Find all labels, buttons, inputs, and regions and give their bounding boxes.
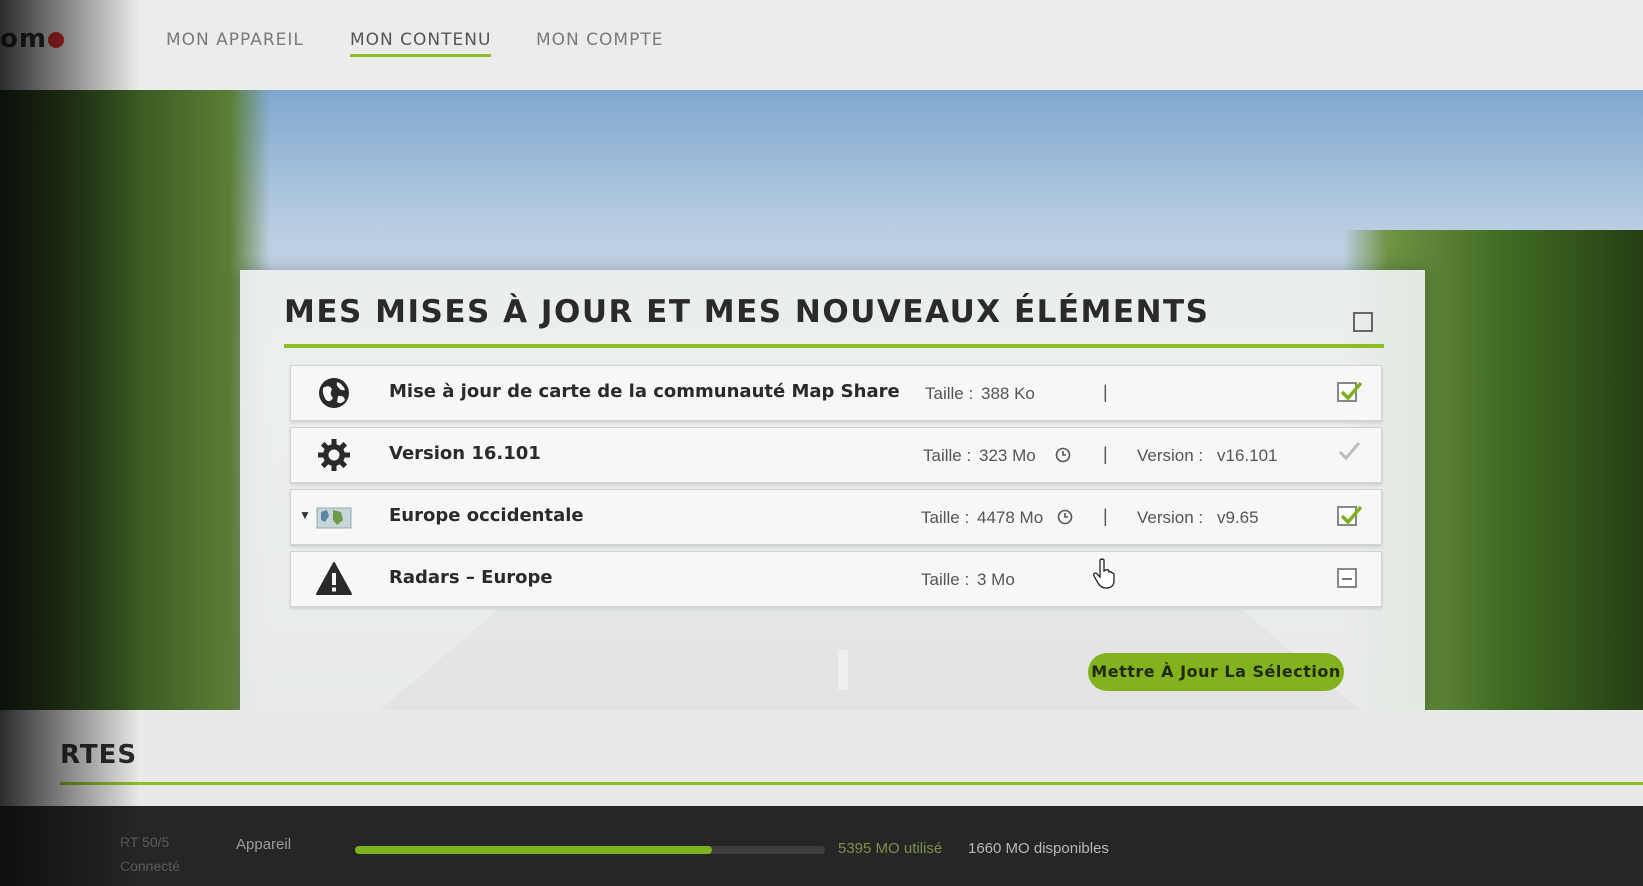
globe-icon bbox=[319, 378, 349, 408]
cartes-section: RTES bbox=[0, 710, 1643, 806]
update-row-europe-map[interactable]: ▼ Europe occidentale Taille : 4478 Mo | … bbox=[290, 489, 1382, 545]
separator: | bbox=[1103, 382, 1108, 402]
item-title: Version 16.101 bbox=[389, 443, 541, 464]
size-value: 388 Ko bbox=[981, 384, 1035, 403]
size-value: 323 Mo bbox=[979, 446, 1036, 465]
storage-used: 5395 MO utilisé bbox=[838, 840, 943, 857]
warning-icon bbox=[316, 562, 352, 595]
update-row-speed-cameras[interactable]: Radars – Europe Taille : 3 Mo | bbox=[290, 551, 1382, 607]
device-connection-status: Connecté bbox=[120, 858, 180, 874]
item-checkbox-partial[interactable] bbox=[1337, 568, 1357, 588]
size-label: Taille : bbox=[921, 570, 970, 589]
device-status-bar: RT 50/5 Connecté Appareil 5395 MO utilis… bbox=[0, 806, 1643, 886]
item-title: Mise à jour de carte de la communauté Ma… bbox=[389, 381, 900, 402]
checkmark-icon bbox=[1338, 442, 1361, 461]
hero-road-background: MES MISES À JOUR ET MES NOUVEAUX ÉLÉMENT… bbox=[0, 90, 1643, 710]
select-all-checkbox[interactable] bbox=[1353, 312, 1373, 332]
storage-available: 1660 MO disponibles bbox=[968, 840, 1109, 857]
expand-arrow-icon[interactable]: ▼ bbox=[299, 508, 311, 522]
gear-icon bbox=[318, 439, 350, 471]
tomtom-logo[interactable]: om bbox=[0, 24, 64, 54]
section-title: RTES bbox=[60, 740, 138, 770]
separator: | bbox=[1103, 506, 1108, 526]
item-checkbox[interactable] bbox=[1337, 381, 1363, 402]
nav-mon-appareil[interactable]: MON APPAREIL bbox=[166, 30, 304, 50]
item-checkbox[interactable] bbox=[1337, 505, 1363, 526]
item-title: Europe occidentale bbox=[389, 505, 584, 526]
size-label: Taille : bbox=[923, 446, 972, 465]
nav-mon-compte[interactable]: MON COMPTE bbox=[536, 30, 663, 50]
version-label: Version : bbox=[1137, 508, 1204, 527]
clock-icon bbox=[1055, 447, 1071, 463]
device-model: RT 50/5 bbox=[120, 834, 170, 850]
size-label: Taille : bbox=[921, 508, 970, 527]
update-row-map-share[interactable]: Mise à jour de carte de la communauté Ma… bbox=[290, 365, 1382, 421]
minus-icon bbox=[1342, 578, 1352, 580]
forest-left bbox=[0, 90, 270, 710]
update-selection-button[interactable]: Mettre À Jour La Sélection bbox=[1088, 653, 1344, 691]
checkmark-icon bbox=[1340, 381, 1363, 401]
storage-progress-bar bbox=[355, 846, 825, 854]
update-row-software-version[interactable]: Version 16.101 Taille : 323 Mo | Version… bbox=[290, 427, 1382, 483]
device-storage-label: Appareil bbox=[236, 836, 292, 853]
top-navigation-bar: om MON APPAREIL MON CONTENU MON COMPTE bbox=[0, 0, 1643, 90]
separator: | bbox=[1103, 444, 1108, 464]
item-title: Radars – Europe bbox=[389, 567, 553, 588]
mouse-pointer-hand-icon bbox=[1093, 558, 1115, 589]
storage-progress-fill bbox=[355, 846, 713, 854]
map-icon bbox=[316, 507, 352, 529]
version-value: v16.101 bbox=[1217, 446, 1278, 465]
nav-mon-contenu[interactable]: MON CONTENU bbox=[350, 30, 492, 57]
title-underline bbox=[284, 344, 1384, 348]
item-checkbox-disabled bbox=[1337, 442, 1361, 464]
updates-panel: MES MISES À JOUR ET MES NOUVEAUX ÉLÉMENT… bbox=[240, 270, 1425, 710]
checkmark-icon bbox=[1340, 505, 1363, 525]
size-value: 3 Mo bbox=[977, 570, 1015, 589]
size-label: Taille : bbox=[925, 384, 974, 403]
size-value: 4478 Mo bbox=[977, 508, 1044, 527]
section-underline bbox=[60, 782, 1643, 785]
version-label: Version : bbox=[1137, 446, 1204, 465]
clock-icon bbox=[1057, 509, 1073, 525]
version-value: v9.65 bbox=[1217, 508, 1259, 527]
panel-title: MES MISES À JOUR ET MES NOUVEAUX ÉLÉMENT… bbox=[284, 294, 1210, 330]
